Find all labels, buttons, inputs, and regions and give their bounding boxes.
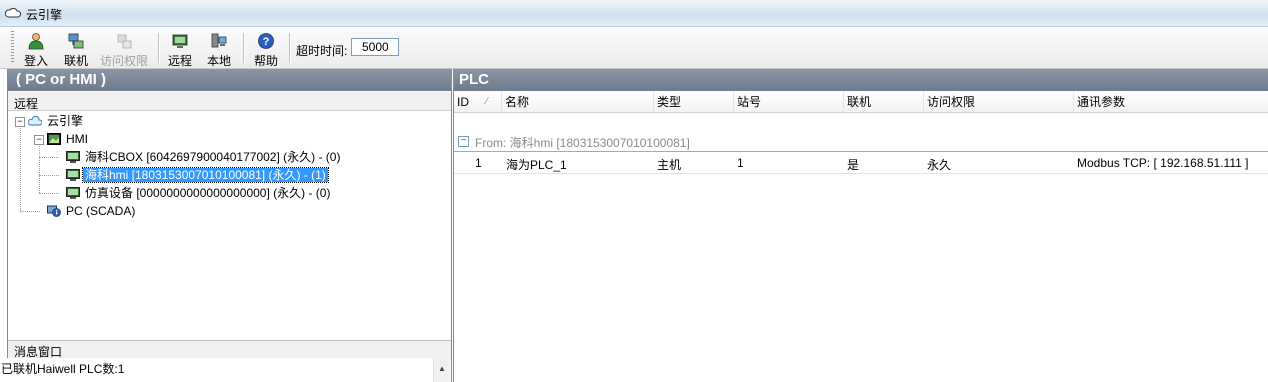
cloud-icon — [28, 115, 42, 126]
column-header-station[interactable]: 站号 — [734, 92, 844, 112]
tree-line — [39, 157, 59, 158]
device-monitor-icon — [66, 169, 80, 181]
tree-line — [39, 193, 59, 194]
timeout-input[interactable] — [351, 38, 399, 56]
table-header: ID ⁄ 名称 类型 站号 联机 访问权限 通讯参数 — [454, 92, 1268, 113]
local-computer-icon — [211, 33, 227, 48]
toolbar-grip[interactable] — [11, 31, 14, 64]
login-button[interactable]: 登入 — [20, 31, 52, 68]
table-row[interactable]: 1 海为PLC_1 主机 1 是 永久 Modbus TCP: [ 192.16… — [454, 153, 1268, 174]
device-monitor-icon — [66, 151, 80, 163]
device-panel-subheader: 远程 — [8, 92, 451, 111]
column-header-online[interactable]: 联机 — [844, 92, 924, 112]
tree-line — [39, 143, 40, 193]
toolbar-separator — [289, 33, 290, 63]
tree-node-device[interactable]: 海科CBOX [6042697900040177002] (永久) - (0) — [66, 149, 342, 165]
help-button[interactable]: ? 帮助 — [250, 31, 282, 68]
tree-node-hmi[interactable]: HMI — [47, 131, 90, 147]
tree-line — [39, 175, 59, 176]
access-rights-button[interactable]: 访问权限 — [98, 31, 150, 68]
tree-node-device[interactable]: 仿真设备 [0000000000000000000] (永久) - (0) — [66, 185, 332, 201]
cloud-icon — [5, 7, 21, 18]
title-bar: 云引擎 — [0, 0, 1268, 27]
tree-node-root[interactable]: 云引擎 — [28, 113, 85, 129]
device-panel: ( PC or HMI ) 远程 − 云引擎 − HMI 海科CBOX [604… — [1, 69, 452, 382]
tree-collapse-toggle[interactable]: − — [34, 135, 44, 145]
group-header[interactable]: − From: 海科hmi [1803153007010100081] — [454, 131, 1268, 152]
message-scrollbar[interactable]: ▲ — [433, 358, 450, 382]
device-tree[interactable]: − 云引擎 − HMI 海科CBOX [6042697900040177002]… — [8, 111, 451, 339]
help-icon: ? — [258, 33, 274, 49]
column-header-name[interactable]: 名称 — [502, 92, 654, 112]
cell-online: 是 — [847, 158, 860, 172]
toolbar: 登入 联机 访问权限 远程 本地 ? 帮助 超时时间: 5000 — [0, 27, 1268, 69]
cell-id: 1 — [475, 156, 482, 170]
timeout-label: 超时时间: — [296, 44, 348, 58]
network-connect-icon — [68, 33, 84, 49]
device-panel-header: ( PC or HMI ) — [8, 69, 451, 91]
toolbar-separator — [158, 33, 159, 63]
sort-indicator-icon: ⁄ — [486, 96, 488, 107]
cell-name: 海为PLC_1 — [506, 158, 567, 172]
pc-info-icon — [47, 205, 61, 217]
plc-panel: PLC ID ⁄ 名称 类型 站号 联机 访问权限 通讯参数 − From: 海… — [453, 69, 1268, 382]
user-login-icon — [28, 33, 44, 50]
column-header-id[interactable]: ID ⁄ — [454, 92, 502, 112]
column-header-comm[interactable]: 通讯参数 — [1074, 92, 1268, 112]
message-window[interactable]: 已联机Haiwell PLC数:1 ▲ — [1, 358, 450, 382]
group-collapse-icon[interactable]: − — [458, 136, 469, 147]
remote-button[interactable]: 远程 — [165, 31, 195, 68]
message-text: 已联机Haiwell PLC数:1 — [1, 362, 125, 376]
cell-comm: Modbus TCP: [ 192.168.51.111 ] — [1077, 156, 1249, 170]
cell-access: 永久 — [927, 158, 952, 172]
tree-collapse-toggle[interactable]: − — [15, 117, 25, 127]
access-rights-icon — [117, 34, 132, 49]
tree-line — [20, 211, 40, 212]
remote-monitor-icon — [172, 34, 188, 48]
tree-line — [20, 125, 21, 211]
tree-node-pc[interactable]: PC (SCADA) — [47, 203, 137, 219]
column-header-type[interactable]: 类型 — [654, 92, 734, 112]
tree-node-device-selected[interactable]: 海科hmi [1803153007010100081] (永久) - (1) — [66, 167, 329, 183]
toolbar-separator — [243, 33, 244, 63]
scroll-up-arrow-icon[interactable]: ▲ — [438, 364, 446, 373]
svg-text:?: ? — [263, 36, 270, 48]
plc-panel-header: PLC — [454, 69, 1268, 91]
window-title: 云引擎 — [26, 8, 63, 22]
device-monitor-icon — [66, 187, 80, 199]
cell-station: 1 — [737, 156, 744, 170]
cell-type: 主机 — [657, 158, 682, 172]
column-header-access[interactable]: 访问权限 — [924, 92, 1074, 112]
connect-button[interactable]: 联机 — [60, 31, 92, 68]
group-label: From: 海科hmi [1803153007010100081] — [475, 136, 690, 150]
message-window-header: 消息窗口 — [8, 340, 451, 359]
local-button[interactable]: 本地 — [204, 31, 234, 68]
hmi-panel-icon — [47, 133, 61, 145]
